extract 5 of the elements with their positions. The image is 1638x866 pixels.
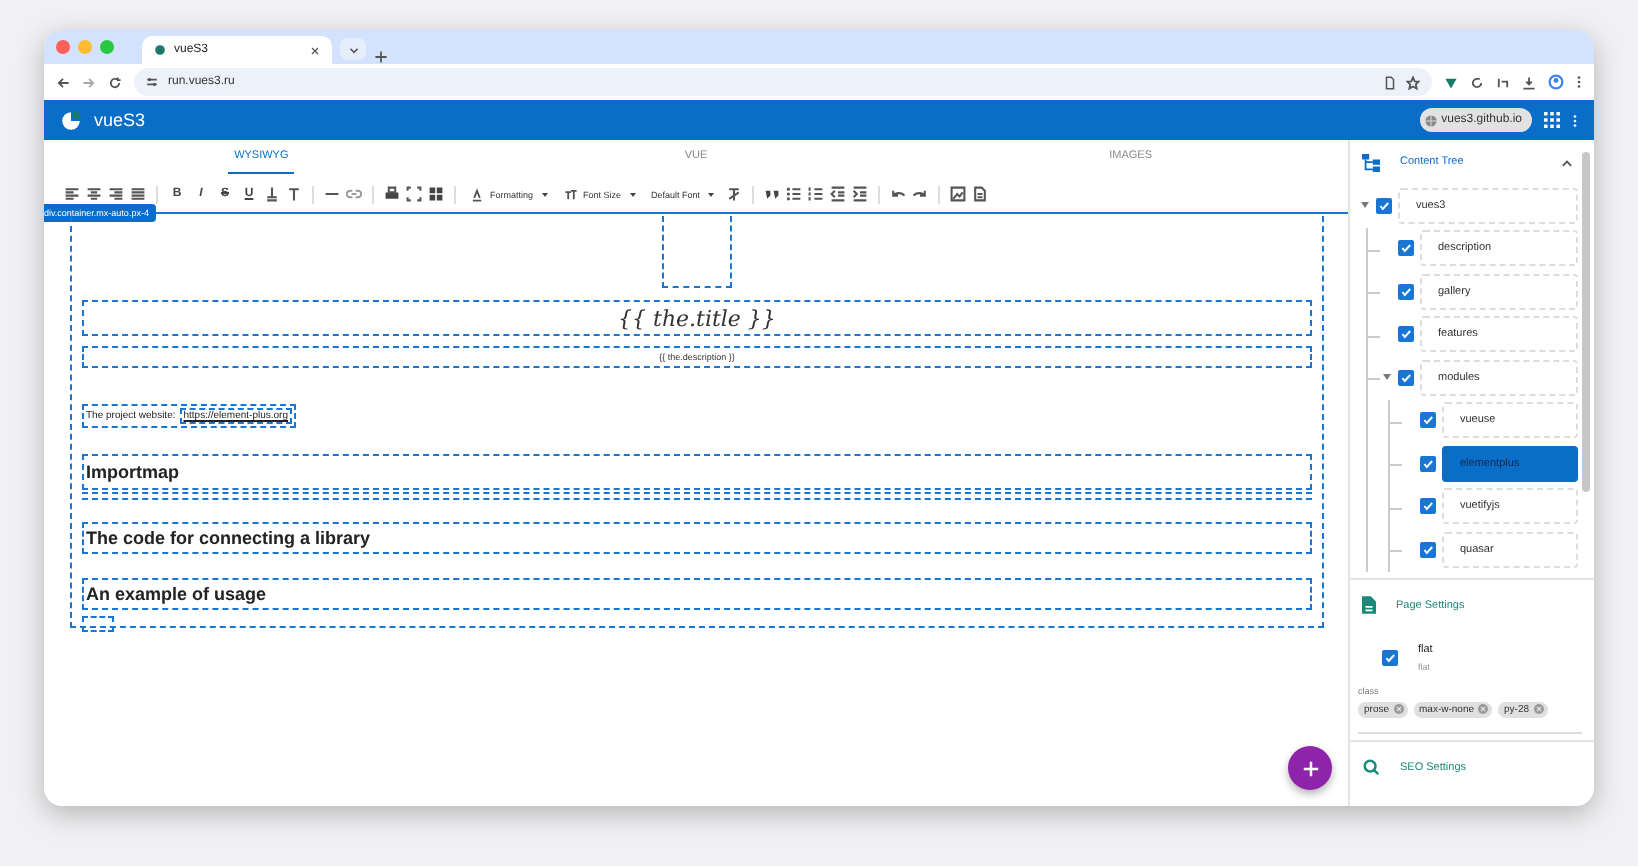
heading-block: Importmap [82,454,1312,490]
heading-block: An example of usage [82,578,1312,610]
heading-block: The code for connecting a library [82,522,1312,554]
app-title: vueS3 [94,110,148,130]
title-block: {{ the.title }} [82,300,1312,336]
